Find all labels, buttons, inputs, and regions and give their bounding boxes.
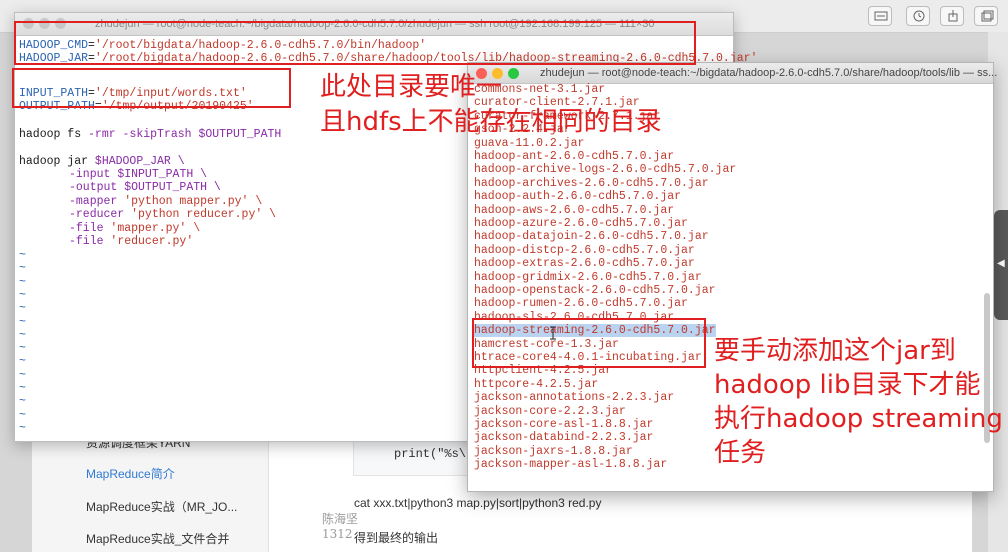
- list-item[interactable]: jackson-jaxrs-1.8.8.jar: [474, 445, 633, 458]
- vim-tilde-line: ~: [19, 328, 26, 342]
- list-item[interactable]: hadoop-archives-2.6.0-cdh5.7.0.jar: [474, 177, 709, 190]
- code-line-opt-file2: -file 'reducer.py': [69, 235, 194, 248]
- vim-tilde-line: ~: [19, 288, 26, 302]
- list-item[interactable]: hadoop-rumen-2.6.0-cdh5.7.0.jar: [474, 297, 688, 310]
- zoom-button-2[interactable]: [508, 68, 519, 79]
- code-line-opt-file1: -file 'mapper.py' \: [69, 222, 201, 235]
- sidebar-item-mapreduce-job[interactable]: MapReduce实战（MR_JO...: [86, 498, 237, 515]
- vim-tilde-line: ~: [19, 395, 26, 409]
- list-item[interactable]: hadoop-datajoin-2.6.0-cdh5.7.0.jar: [474, 230, 709, 243]
- history-button[interactable]: [906, 6, 930, 26]
- code-print-text: print("%s\t: [394, 447, 474, 461]
- share-button[interactable]: [940, 6, 964, 26]
- chevron-left-icon: ◀: [997, 258, 1005, 269]
- list-item[interactable]: hadoop-ant-2.6.0-cdh5.7.0.jar: [474, 150, 674, 163]
- vim-tilde-line: ~: [19, 355, 26, 369]
- vim-tilde-line: ~: [19, 421, 26, 435]
- code-line-opt-mapper: -mapper 'python mapper.py' \: [69, 195, 263, 208]
- list-item[interactable]: hadoop-azure-2.6.0-cdh5.7.0.jar: [474, 217, 688, 230]
- code-line-opt-output: -output $OUTPUT_PATH \: [69, 181, 221, 194]
- annotation-jar-1: 要手动添加这个jar到: [714, 336, 956, 366]
- watermark-id: 1312: [322, 527, 353, 541]
- vim-tilde-line: ~: [19, 249, 26, 262]
- share-icon: [948, 10, 958, 22]
- tabs-button[interactable]: [974, 6, 998, 26]
- vim-tilde-line: ~: [19, 315, 26, 329]
- code-line-jar: hadoop jar $HADOOP_JAR \: [19, 155, 185, 168]
- highlight-box-streaming-jar: [472, 318, 706, 368]
- text-cursor-icon: [550, 326, 556, 340]
- list-item[interactable]: httpcore-4.2.5.jar: [474, 378, 598, 391]
- list-item[interactable]: jackson-mapper-asl-1.8.8.jar: [474, 458, 667, 471]
- code-line-rm: hadoop fs -rmr -skipTrash $OUTPUT_PATH: [19, 128, 282, 141]
- vim-tilde-line: ~: [19, 408, 26, 422]
- vim-tilde-line: ~: [19, 275, 26, 289]
- annotation-unique-dir-2: 且hdfs上不能存在相同的目录: [320, 107, 662, 137]
- vim-tilde-line: ~: [19, 342, 26, 356]
- list-item[interactable]: hadoop-archive-logs-2.6.0-cdh5.7.0.jar: [474, 163, 736, 176]
- list-item[interactable]: guava-11.0.2.jar: [474, 137, 584, 150]
- list-item[interactable]: jackson-databind-2.2.3.jar: [474, 431, 653, 444]
- list-item[interactable]: hadoop-openstack-2.6.0-cdh5.7.0.jar: [474, 284, 716, 297]
- terminal-title-2: zhudejun — root@node-teach:~/bigdata/had…: [540, 67, 998, 79]
- annotation-jar-4: 任务: [714, 438, 767, 468]
- list-item[interactable]: hadoop-extras-2.6.0-cdh5.7.0.jar: [474, 257, 695, 270]
- annotation-jar-2: hadoop lib目录下才能: [714, 370, 981, 400]
- sidebar-item-mapreduce-merge[interactable]: MapReduce实战_文件合并: [86, 530, 229, 547]
- tabs-icon: [981, 10, 994, 22]
- list-item[interactable]: jackson-core-2.2.3.jar: [474, 405, 626, 418]
- reader-button[interactable]: [868, 6, 892, 26]
- list-item[interactable]: hadoop-aws-2.6.0-cdh5.7.0.jar: [474, 204, 674, 217]
- list-item[interactable]: jackson-core-asl-1.8.8.jar: [474, 418, 653, 431]
- code-line-opt-input: -input $INPUT_PATH \: [69, 168, 208, 181]
- vim-tilde-line: ~: [19, 262, 26, 276]
- sidebar-item-mapreduce-intro[interactable]: MapReduce简介: [86, 465, 175, 482]
- watermark-name: 陈海坚: [322, 512, 359, 526]
- annotation-unique-dir-1: 此处目录要唯一: [320, 72, 503, 102]
- annotation-jar-3: 执行hadoop streaming: [714, 404, 1003, 434]
- highlight-box-paths: [12, 68, 291, 108]
- watermark: 陈海坚 1312: [322, 512, 358, 542]
- doc-cat-command: cat xxx.txt|python3 map.py|sort|python3 …: [354, 496, 602, 510]
- code-line-opt-reducer: -reducer 'python reducer.py' \: [69, 208, 277, 221]
- highlight-box-hadoop-vars: [14, 21, 696, 65]
- vim-tilde-line: ~: [19, 302, 26, 316]
- side-collapse-tab[interactable]: ◀: [994, 210, 1008, 320]
- reader-icon: [874, 11, 888, 21]
- list-item[interactable]: hadoop-auth-2.6.0-cdh5.7.0.jar: [474, 190, 681, 203]
- list-item[interactable]: hadoop-gridmix-2.6.0-cdh5.7.0.jar: [474, 271, 702, 284]
- terminal-titlebar-2[interactable]: zhudejun — root@node-teach:~/bigdata/had…: [468, 63, 997, 84]
- vim-tilde-line: ~: [19, 382, 26, 395]
- list-item[interactable]: hadoop-distcp-2.6.0-cdh5.7.0.jar: [474, 244, 695, 257]
- list-item[interactable]: jackson-annotations-2.2.3.jar: [474, 391, 674, 404]
- clock-icon: [913, 10, 925, 22]
- vim-tilde-line: ~: [19, 368, 26, 382]
- doc-output-text: 得到最终的输出: [354, 531, 439, 545]
